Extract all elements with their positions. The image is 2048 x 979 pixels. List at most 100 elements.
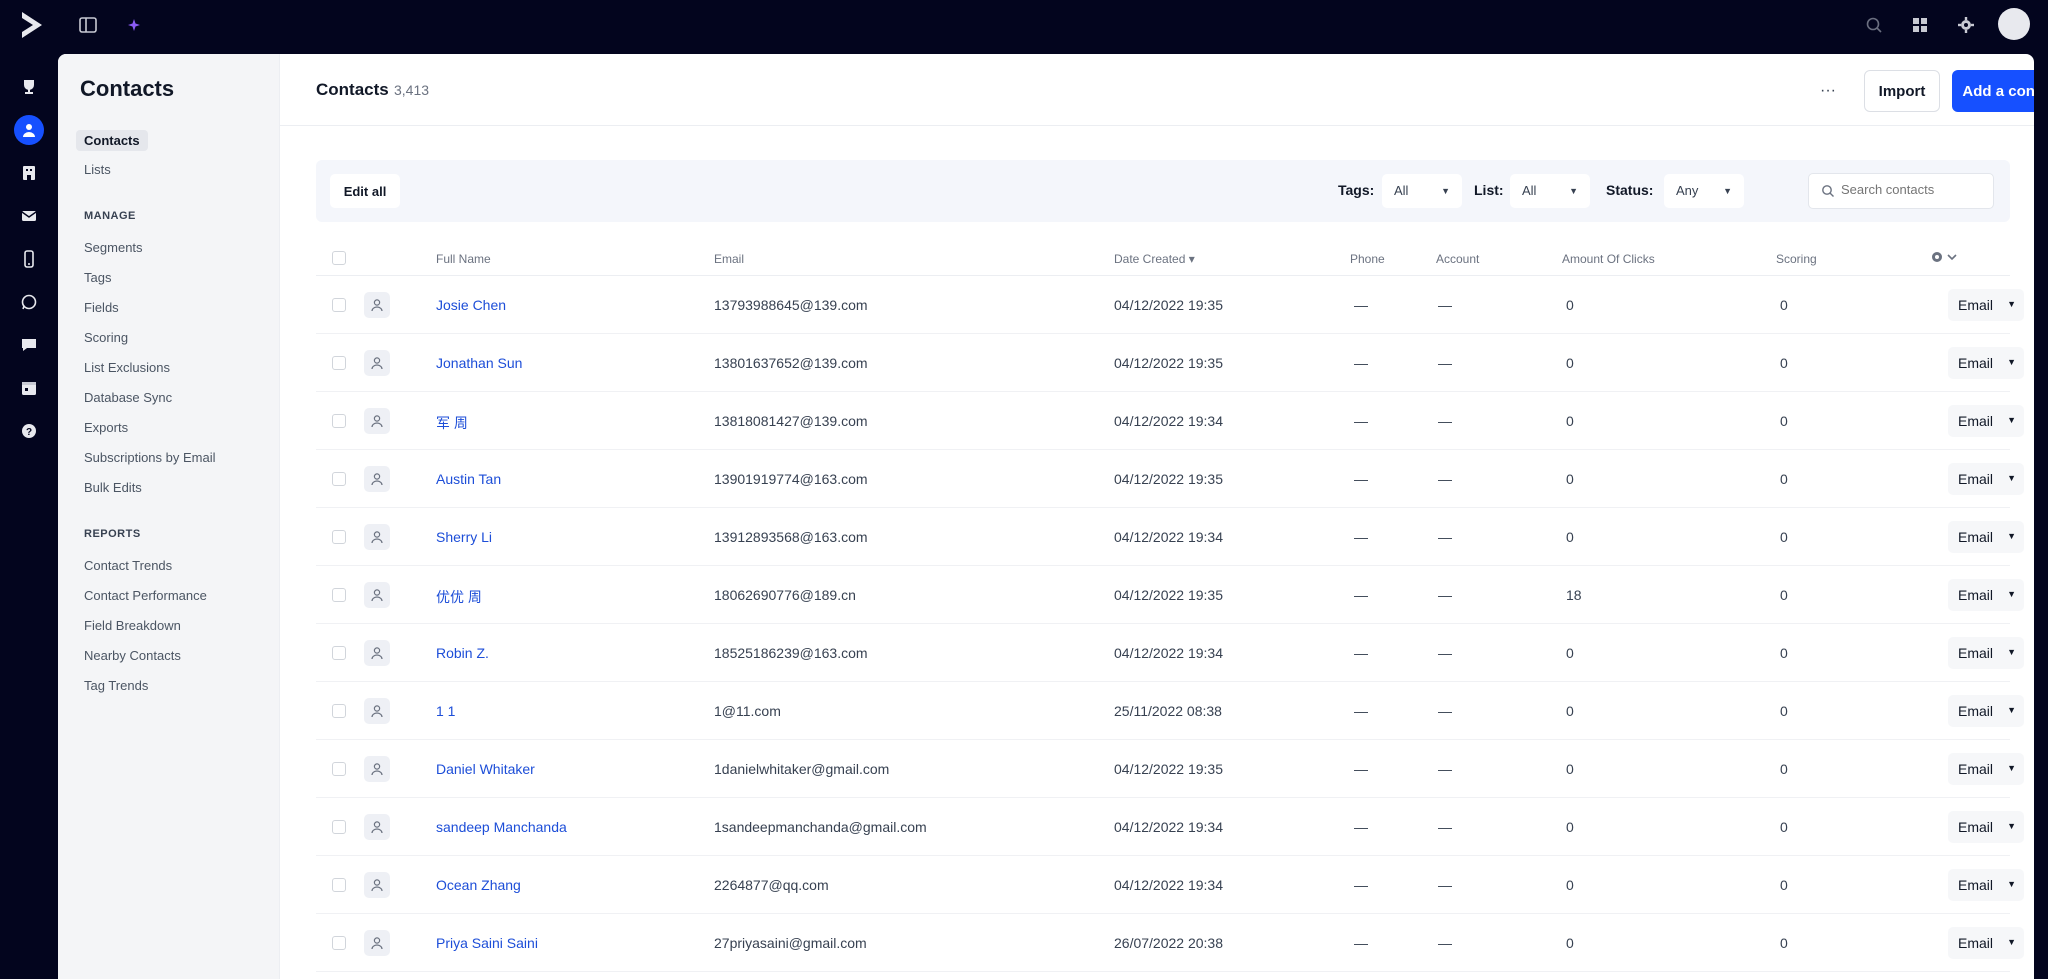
sidebar-item-nearby-contacts[interactable]: Nearby Contacts xyxy=(84,648,181,663)
contact-name-link[interactable]: 1 1 xyxy=(436,703,455,719)
mail-icon[interactable] xyxy=(14,201,44,231)
sidebar-item-contact-trends[interactable]: Contact Trends xyxy=(84,558,172,573)
row-checkbox[interactable] xyxy=(332,762,346,776)
row-checkbox[interactable] xyxy=(332,588,346,602)
table-row[interactable]: Josie Chen 13793988645@139.com 04/12/2022 … xyxy=(316,276,2024,334)
row-email-action-button[interactable]: Email ▼ xyxy=(1948,289,2024,321)
table-row[interactable]: 优优 周 18062690776@189.cn 04/12/2022 19:35 — —… xyxy=(316,566,2024,624)
column-full-name[interactable]: Full Name xyxy=(436,252,491,266)
contact-name-link[interactable]: sandeep Manchanda xyxy=(436,819,567,835)
import-button[interactable]: Import xyxy=(1864,70,1940,112)
table-row[interactable]: 1 1 1@11.com 25/11/2022 08:38 — — 0 0 Email ▼ xyxy=(316,682,2024,740)
column-email[interactable]: Email xyxy=(714,252,744,266)
row-email-action-button[interactable]: Email ▼ xyxy=(1948,753,2024,785)
chat-icon[interactable] xyxy=(14,330,44,360)
table-row[interactable]: Sherry Li 13912893568@163.com 04/12/2022 1… xyxy=(316,508,2024,566)
row-email-action-button[interactable]: Email ▼ xyxy=(1948,637,2024,669)
contacts-icon[interactable] xyxy=(14,115,44,145)
table-row[interactable]: 军 周 13818081427@139.com 04/12/2022 19:34 — —… xyxy=(316,392,2024,450)
sidebar-item-segments[interactable]: Segments xyxy=(84,240,143,255)
sidebar-item-lists[interactable]: Lists xyxy=(84,162,111,177)
row-checkbox[interactable] xyxy=(332,646,346,660)
contact-name-link[interactable]: 军 周 xyxy=(436,413,468,433)
mobile-icon[interactable] xyxy=(14,244,44,274)
table-row[interactable]: Daniel Whitaker 1danielwhitaker@gmail.com… xyxy=(316,740,2024,798)
column-phone[interactable]: Phone xyxy=(1350,252,1385,266)
row-checkbox[interactable] xyxy=(332,414,346,428)
sidebar-item-tags[interactable]: Tags xyxy=(84,270,111,285)
search-icon[interactable] xyxy=(1862,13,1886,37)
status-filter-select[interactable]: Any ▼ xyxy=(1664,174,1744,208)
row-email-action-button[interactable]: Email ▼ xyxy=(1948,579,2024,611)
contact-name-link[interactable]: Ocean Zhang xyxy=(436,877,521,893)
sidebar-item-subscriptions-by-email[interactable]: Subscriptions by Email xyxy=(84,450,216,465)
contact-name-link[interactable]: Jonathan Sun xyxy=(436,355,522,371)
table-row[interactable]: Jonathan Sun 13801637652@139.com 04/12/202… xyxy=(316,334,2024,392)
sidebar-item-bulk-edits[interactable]: Bulk Edits xyxy=(84,480,142,495)
sidebar-item-scoring[interactable]: Scoring xyxy=(84,330,128,345)
sidebar-item-contact-performance[interactable]: Contact Performance xyxy=(84,588,207,603)
column-date-created[interactable]: Date Created ▾ xyxy=(1114,252,1195,266)
help-icon[interactable]: ? xyxy=(14,416,44,446)
row-checkbox[interactable] xyxy=(332,356,346,370)
row-checkbox[interactable] xyxy=(332,878,346,892)
table-row[interactable]: sandeep Manchanda 1sandeepmanchanda@gmail… xyxy=(316,798,2024,856)
search-input[interactable] xyxy=(1841,182,1986,197)
row-checkbox[interactable] xyxy=(332,820,346,834)
row-email-action-button[interactable]: Email ▼ xyxy=(1948,347,2024,379)
contact-name-link[interactable]: Robin Z. xyxy=(436,645,489,661)
grid-icon[interactable] xyxy=(1908,13,1932,37)
column-account[interactable]: Account xyxy=(1436,252,1479,266)
column-scoring[interactable]: Scoring xyxy=(1776,252,1817,266)
row-checkbox[interactable] xyxy=(332,298,346,312)
contact-name-link[interactable]: Daniel Whitaker xyxy=(436,761,535,777)
sidebar-item-fields[interactable]: Fields xyxy=(84,300,119,315)
list-filter-select[interactable]: All ▼ xyxy=(1510,174,1590,208)
contact-name-link[interactable]: 优优 周 xyxy=(436,587,482,607)
column-amount-of-clicks[interactable]: Amount Of Clicks xyxy=(1562,252,1655,266)
contact-scoring: 0 xyxy=(1780,877,1788,893)
table-row[interactable]: Priya Saini Saini 27priyasaini@gmail.com 2… xyxy=(316,914,2024,972)
row-checkbox[interactable] xyxy=(332,530,346,544)
logo-icon[interactable] xyxy=(18,10,46,40)
row-email-action-button[interactable]: Email ▼ xyxy=(1948,869,2024,901)
tags-filter-select[interactable]: All ▼ xyxy=(1382,174,1462,208)
row-checkbox[interactable] xyxy=(332,936,346,950)
building-icon[interactable] xyxy=(14,158,44,188)
trophy-icon[interactable] xyxy=(14,72,44,102)
table-row[interactable]: Austin Tan 13901919774@163.com 04/12/2022 … xyxy=(316,450,2024,508)
sidebar-item-database-sync[interactable]: Database Sync xyxy=(84,390,172,405)
top-bar xyxy=(0,0,2048,50)
contact-name-link[interactable]: Austin Tan xyxy=(436,471,501,487)
sidebar-item-tag-trends[interactable]: Tag Trends xyxy=(84,678,148,693)
table-row[interactable]: Ocean Zhang 2264877@qq.com 04/12/2022 19:3… xyxy=(316,856,2024,914)
contact-name-link[interactable]: Sherry Li xyxy=(436,529,492,545)
column-settings-icon[interactable] xyxy=(1930,249,1958,268)
sparkle-icon[interactable] xyxy=(122,13,146,37)
contact-name-link[interactable]: Priya Saini Saini xyxy=(436,935,538,951)
user-avatar[interactable] xyxy=(1998,8,2030,40)
calendar-icon[interactable] xyxy=(14,373,44,403)
row-email-action-button[interactable]: Email ▼ xyxy=(1948,695,2024,727)
sidebar-toggle-icon[interactable] xyxy=(76,13,100,37)
contact-avatar-icon xyxy=(364,930,390,956)
whatsapp-icon[interactable] xyxy=(14,287,44,317)
row-email-action-button[interactable]: Email ▼ xyxy=(1948,463,2024,495)
contact-name-link[interactable]: Josie Chen xyxy=(436,297,506,313)
sidebar-item-exports[interactable]: Exports xyxy=(84,420,128,435)
row-email-action-button[interactable]: Email ▼ xyxy=(1948,405,2024,437)
more-options-button[interactable]: ··· xyxy=(1810,74,1846,108)
sidebar-item-list-exclusions[interactable]: List Exclusions xyxy=(84,360,170,375)
row-checkbox[interactable] xyxy=(332,472,346,486)
row-email-action-button[interactable]: Email ▼ xyxy=(1948,521,2024,553)
sidebar-item-contacts[interactable]: Contacts xyxy=(76,130,148,151)
row-email-action-button[interactable]: Email ▼ xyxy=(1948,811,2024,843)
edit-all-button[interactable]: Edit all xyxy=(330,174,400,208)
sidebar-item-field-breakdown[interactable]: Field Breakdown xyxy=(84,618,181,633)
add-contact-button[interactable]: Add a contact xyxy=(1952,70,2034,112)
row-checkbox[interactable] xyxy=(332,704,346,718)
row-email-action-button[interactable]: Email ▼ xyxy=(1948,927,2024,959)
select-all-checkbox[interactable] xyxy=(332,251,346,265)
table-row[interactable]: Robin Z. 18525186239@163.com 04/12/2022 19… xyxy=(316,624,2024,682)
settings-icon[interactable] xyxy=(1954,13,1978,37)
